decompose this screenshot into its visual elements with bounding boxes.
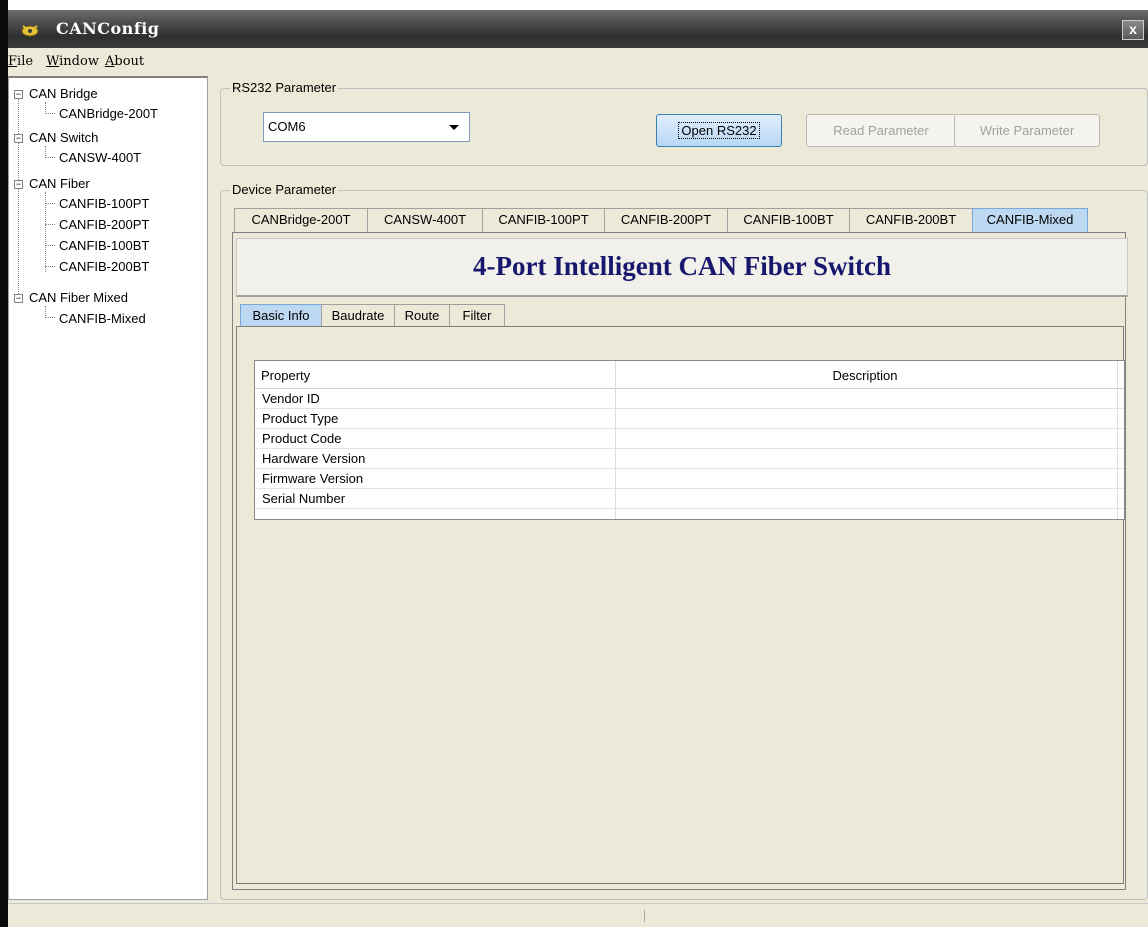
write-parameter-button[interactable]: Write Parameter [954,114,1100,147]
tree-connector [45,266,55,267]
close-button[interactable]: x [1122,20,1144,40]
tree-item-canfib-100pt[interactable]: CANFIB-100PT [59,196,149,211]
tree-connector [45,224,55,225]
tree-item-canbridge-200t[interactable]: CANBridge-200T [59,106,158,121]
table-row[interactable]: Product Type [255,409,1124,429]
tree-connector [45,113,55,114]
window-title: CANConfig [56,19,160,38]
tree-item-can-bridge[interactable]: CAN Bridge [29,86,98,101]
property-table[interactable]: Property Description Vendor ID Product T… [254,360,1125,520]
column-header-property[interactable]: Property [261,368,310,383]
tab-canfib-100bt[interactable]: CANFIB-100BT [727,208,850,232]
tab-filter[interactable]: Filter [449,304,505,328]
table-row[interactable]: Vendor ID [255,389,1124,409]
tree-connector [45,245,55,246]
com-port-select[interactable]: COM6 [263,112,470,142]
status-bar [8,903,1148,927]
table-header: Property Description [255,361,1124,389]
property-cell: Product Code [262,431,342,446]
property-cell: Vendor ID [262,391,320,406]
tab-baudrate[interactable]: Baudrate [321,304,395,328]
open-rs232-button[interactable]: Open RS232 [656,114,782,147]
tree-item-canfib-mixed[interactable]: CANFIB-Mixed [59,311,146,326]
tab-cansw-400t[interactable]: CANSW-400T [367,208,483,232]
tree-connector [18,94,19,298]
tab-canfib-200pt[interactable]: CANFIB-200PT [604,208,728,232]
menu-file[interactable]: File [8,54,33,69]
table-row[interactable]: Serial Number [255,489,1124,509]
property-cell: Hardware Version [262,451,366,466]
tree-item-can-switch[interactable]: CAN Switch [29,130,98,145]
menu-about[interactable]: About [105,54,144,69]
device-parameter-group-label: Device Parameter [230,182,339,197]
expander-can-switch[interactable]: − [14,134,23,143]
tab-canbridge-200t[interactable]: CANBridge-200T [234,208,368,232]
expander-can-fiber[interactable]: − [14,180,23,189]
tree-connector [45,157,55,158]
status-separator [644,910,645,922]
tree-connector [45,317,55,318]
device-tree[interactable]: − CAN Bridge CANBridge-200T − CAN Switch… [8,76,208,900]
rs232-group-label: RS232 Parameter [230,80,339,95]
tree-item-canfib-200pt[interactable]: CANFIB-200PT [59,217,149,232]
com-port-value: COM6 [268,119,306,134]
device-title: 4-Port Intelligent CAN Fiber Switch [473,251,891,281]
menu-window[interactable]: Window [46,54,99,69]
tree-item-can-fiber[interactable]: CAN Fiber [29,176,90,191]
tab-canfib-200bt[interactable]: CANFIB-200BT [849,208,973,232]
expander-can-bridge[interactable]: − [14,90,23,99]
header-banner: 4-Port Intelligent CAN Fiber Switch [236,238,1128,297]
table-row[interactable]: Hardware Version [255,449,1124,469]
tree-item-canfib-200bt[interactable]: CANFIB-200BT [59,259,149,274]
tab-canfib-100pt[interactable]: CANFIB-100PT [482,208,605,232]
property-cell: Serial Number [262,491,346,506]
app-logo-icon [21,25,39,37]
tab-route[interactable]: Route [394,304,450,328]
tab-canfib-mixed[interactable]: CANFIB-Mixed [972,208,1088,232]
tab-basic-info[interactable]: Basic Info [240,304,322,328]
tree-connector [45,203,55,204]
device-tabs: CANBridge-200T CANSW-400T CANFIB-100PT C… [234,208,1094,232]
dropdown-arrow-icon [449,125,459,130]
read-parameter-button[interactable]: Read Parameter [806,114,956,147]
tree-item-canfib-100bt[interactable]: CANFIB-100BT [59,238,149,253]
title-bar[interactable]: CANConfig x [8,0,1148,48]
main-window: CANConfig x File Window About − CAN Brid… [0,0,1148,927]
property-cell: Firmware Version [262,471,364,486]
property-cell: Product Type [262,411,339,426]
table-row[interactable]: Product Code [255,429,1124,449]
tree-item-cansw-400t[interactable]: CANSW-400T [59,150,141,165]
info-tabs: Basic Info Baudrate Route Filter [240,304,540,328]
tree-connector [45,192,46,272]
table-row[interactable]: Firmware Version [255,469,1124,489]
menu-bar: File Window About [8,48,1148,76]
expander-can-fiber-mixed[interactable]: − [14,294,23,303]
tree-item-can-fiber-mixed[interactable]: CAN Fiber Mixed [29,290,128,305]
column-header-description[interactable]: Description [615,368,1115,383]
